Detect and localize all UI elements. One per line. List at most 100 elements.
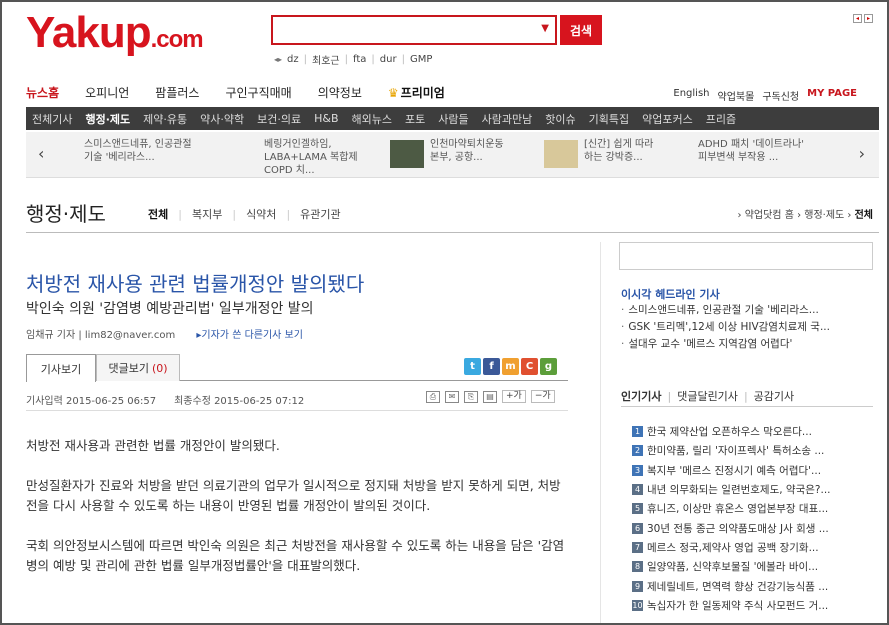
premium-label: 프리미엄	[400, 86, 445, 100]
search-input[interactable]: ▼	[271, 15, 557, 45]
article-byline: 임채규 기자 | lim82@naver.com ▸기자가 쓴 다른기사 보기	[26, 326, 303, 341]
subnav-item[interactable]: 포토	[405, 111, 425, 127]
carousel-thumbnail[interactable]	[390, 140, 424, 168]
subnav-item-active[interactable]: 행정·제도	[85, 111, 130, 127]
tab-comments[interactable]: 댓글보기 (0)	[96, 354, 180, 381]
subnav-item[interactable]: 전체기사	[32, 111, 72, 127]
ad-banner[interactable]	[619, 242, 873, 270]
utility-links: English 약업북몰 구독신청 MY PAGE	[673, 88, 857, 103]
email-icon[interactable]: ✉	[445, 390, 459, 403]
site-logo[interactable]: Yakup.com	[26, 8, 204, 58]
author-info[interactable]: 임채규 기자 | lim82@naver.com	[26, 330, 175, 341]
facebook-icon[interactable]: f	[483, 358, 500, 375]
section-title: 행정·제도	[26, 202, 106, 226]
article-dates: 기사입력 2015-06-25 06:57 최종수정 2015-06-25 07:…	[26, 392, 304, 407]
cyworld-icon[interactable]: C	[521, 358, 538, 375]
subnav-item[interactable]: 약업포커스	[642, 111, 693, 127]
list-item[interactable]: · 설대우 교수 '메르스 지역감염 어렵다'	[621, 336, 830, 353]
keyword-arrows-icon[interactable]: ◂▸	[274, 55, 282, 64]
list-item[interactable]: 3 복지부 '메르스 진정시기 예측 어렵다'...	[632, 461, 831, 480]
list-item[interactable]: 10 녹십자가 한 일동제약 주식 사모펀드 거...	[632, 596, 831, 615]
gnb-news-home[interactable]: 뉴스홈	[26, 84, 59, 101]
input-date: 기사입력 2015-06-25 06:57	[26, 396, 157, 407]
article-headline: 처방전 재사용 관련 법률개정안 발의됐다	[26, 272, 365, 296]
quick-link[interactable]: dz	[287, 54, 299, 65]
util-subscribe[interactable]: 구독신청	[762, 88, 799, 103]
list-item[interactable]: 2 한미약품, 릴리 '자이프렉사' 특허소송 ...	[632, 441, 831, 460]
tab-commented[interactable]: 댓글달린기사	[677, 390, 738, 403]
subnav-item[interactable]: 제약·유통	[143, 111, 187, 127]
gnb-opinion[interactable]: 오피니언	[85, 84, 129, 101]
gnb-drug-info[interactable]: 의약정보	[318, 84, 362, 101]
print-icon[interactable]: ⎙	[426, 390, 440, 403]
list-item[interactable]: 8 일양약품, 신약후보물질 '에볼라 바이...	[632, 557, 831, 576]
gnb-pharm-plus[interactable]: 팜플러스	[155, 84, 199, 101]
prev-icon[interactable]: ◂	[853, 14, 862, 23]
next-icon[interactable]: ▸	[864, 14, 873, 23]
logo-suffix: .com	[150, 26, 204, 53]
tab-sympathy[interactable]: 공감기사	[754, 390, 794, 403]
subnav-item[interactable]: 해외뉴스	[352, 111, 392, 127]
list-item[interactable]: 7 메르스 정국,제약사 영업 공백 장기화...	[632, 538, 831, 557]
sub-nav: 전체기사 행정·제도 제약·유통 약사·약학 보건·의료 H&B 해외뉴스 포토…	[26, 107, 879, 130]
subnav-item[interactable]: 보건·의료	[257, 111, 301, 127]
me2day-icon[interactable]: m	[502, 358, 519, 375]
dropdown-arrow-icon[interactable]: ▼	[541, 23, 549, 34]
font-decrease-button[interactable]: −가	[530, 390, 555, 403]
divider	[26, 232, 879, 233]
subnav-item[interactable]: 핫이슈	[545, 111, 575, 127]
subnav-item[interactable]: 기획특집	[589, 111, 629, 127]
tab-popular[interactable]: 인기기사	[621, 390, 661, 403]
carousel-next-icon[interactable]: ›	[859, 144, 865, 163]
subnav-item[interactable]: 사람들	[438, 111, 468, 127]
search-button[interactable]: 검색	[560, 15, 602, 45]
font-increase-button[interactable]: +가	[502, 390, 526, 403]
util-mypage[interactable]: MY PAGE	[807, 88, 857, 103]
carousel-item[interactable]: 인천마약퇴치운동 본부, 공항...	[430, 138, 504, 164]
divider	[26, 410, 568, 411]
quick-link[interactable]: 최호근	[312, 52, 340, 67]
scrap-icon[interactable]: ⎘	[464, 390, 478, 403]
section-tab-all[interactable]: 전체	[148, 206, 168, 222]
headline-list: · 스미스앤드네퓨, 인공관절 기술 '베리라스... · GSK '트리멕',12…	[621, 302, 830, 353]
gnb-premium[interactable]: ♛ 프리미엄	[388, 84, 445, 101]
carousel-item[interactable]: ADHD 패치 '데이트라나' 피부변색 부작용 ...	[698, 138, 804, 164]
list-item[interactable]: 1 한국 제약산업 오픈하우스 막오른다...	[632, 422, 831, 441]
logo-main: Yakup	[26, 8, 152, 57]
list-item[interactable]: 5 휴니즈, 이상만 휴온스 영업본부장 대표...	[632, 499, 831, 518]
subnav-item[interactable]: 약사·약학	[200, 111, 244, 127]
quick-link[interactable]: fta	[353, 54, 366, 65]
page-frame: Yakup.com ▼ 검색 ◂▸ dz | 최호근 | fta | dur | GMP…	[0, 0, 889, 625]
save-icon[interactable]: ▤	[483, 390, 497, 403]
divider	[621, 406, 873, 407]
carousel-thumbnail[interactable]	[544, 140, 578, 168]
carousel-item[interactable]: 베링거인겔하임, LABA+LAMA 복합제 COPD 치...	[264, 138, 358, 177]
list-item[interactable]: · GSK '트리멕',12세 이상 HIV감염치료제 국...	[621, 319, 830, 336]
subnav-item[interactable]: 프리즘	[706, 111, 736, 127]
global-nav: 뉴스홈 오피니언 팜플러스 구인구직매매 의약정보 ♛ 프리미엄	[26, 84, 445, 101]
popular-tabs: 인기기사 | 댓글달린기사 | 공감기사	[621, 390, 795, 403]
carousel-prev-icon[interactable]: ‹	[38, 144, 44, 163]
section-tab-mohw[interactable]: 복지부	[192, 206, 222, 222]
subnav-item[interactable]: H&B	[314, 112, 338, 125]
util-bookmall[interactable]: 약업북몰	[718, 88, 755, 103]
list-item[interactable]: · 스미스앤드네퓨, 인공관절 기술 '베리라스...	[621, 302, 830, 319]
subnav-item[interactable]: 사람과만남	[482, 111, 533, 127]
section-tab-mfds[interactable]: 식약처	[246, 206, 276, 222]
quick-link[interactable]: dur	[380, 54, 397, 65]
gnb-jobs[interactable]: 구인구직매매	[225, 84, 291, 101]
twitter-icon[interactable]: t	[464, 358, 481, 375]
more-by-author-link[interactable]: ▸기자가 쓴 다른기사 보기	[196, 330, 303, 341]
quick-link[interactable]: GMP	[410, 54, 432, 65]
list-item[interactable]: 4 내년 의무화되는 일련번호제도, 약국은?...	[632, 480, 831, 499]
list-item[interactable]: 9 제네릴네트, 면역력 향상 건강기능식품 ...	[632, 576, 831, 595]
list-item[interactable]: 6 30년 전통 종근 의약품도매상 J사 회생 ...	[632, 518, 831, 537]
tab-article[interactable]: 기사보기	[26, 354, 96, 382]
google-plus-icon[interactable]: g	[540, 358, 557, 375]
util-english[interactable]: English	[673, 88, 709, 103]
carousel-item[interactable]: 스미스앤드네퓨, 인공관절 기술 '베리라스...	[84, 138, 192, 164]
section-tab-related[interactable]: 유관기관	[300, 206, 340, 222]
column-divider	[600, 242, 601, 623]
headline-box-title: 이시각 헤드라인 기사	[621, 288, 720, 301]
carousel-item[interactable]: [신간] 쉽게 따라 하는 강박증...	[584, 138, 653, 164]
